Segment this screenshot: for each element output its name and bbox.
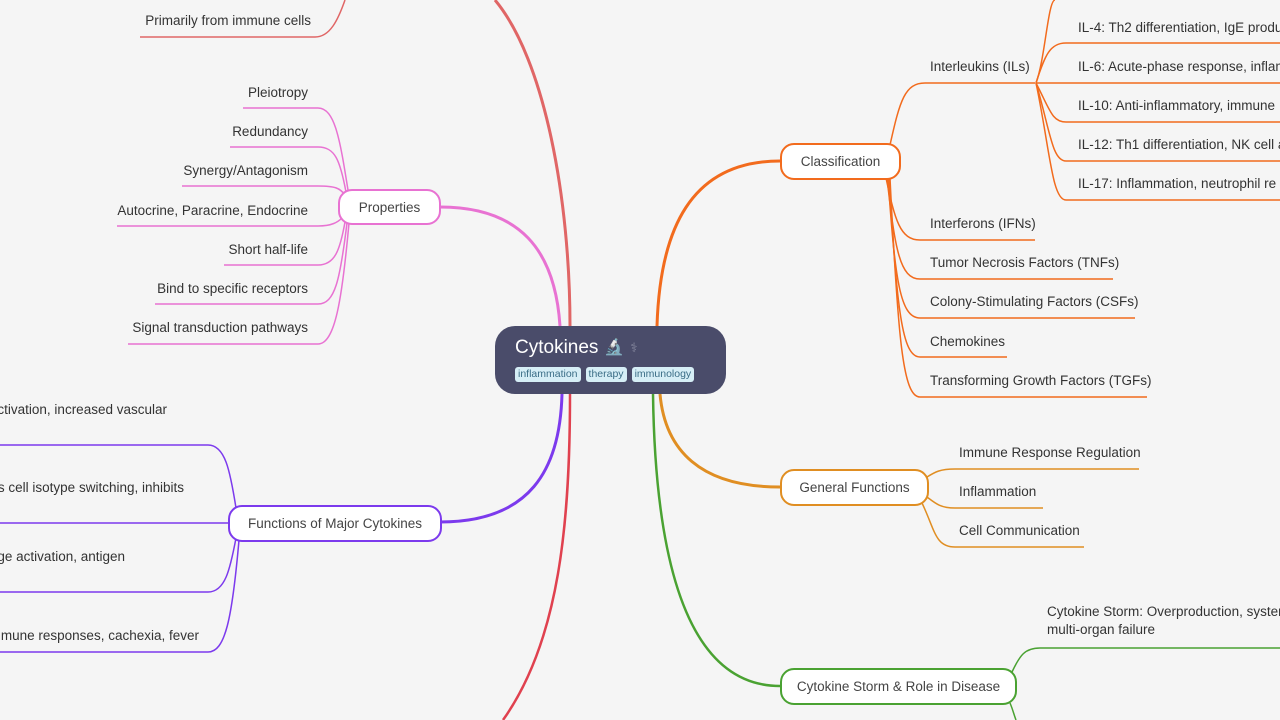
leaf-interleukin[interactable]: IL-6: Acute-phase response, inflam	[1078, 58, 1280, 76]
leaf-source[interactable]: Primarily from immune cells	[145, 12, 311, 30]
leaf-general-function[interactable]: Immune Response Regulation	[959, 444, 1141, 462]
branch-properties[interactable]: Properties	[338, 189, 441, 225]
leaf-interleukin[interactable]: IL-10: Anti-inflammatory, immune	[1078, 97, 1275, 115]
tag-therapy[interactable]: therapy	[585, 367, 627, 382]
edge-class-5	[889, 177, 1147, 398]
leaf-function[interactable]: nmune responses, cachexia, fever	[0, 627, 199, 645]
branch-functions-major[interactable]: Functions of Major Cytokines	[228, 505, 442, 542]
edge-root-classification	[655, 159, 781, 327]
edge-root-general	[658, 393, 781, 489]
edge-storm-1	[1011, 647, 1280, 673]
edge-class-interleukins	[889, 82, 1035, 146]
leaf-cytokine-storm-line2: multi-organ failure	[1047, 622, 1156, 637]
leaf-property[interactable]: Short half-life	[228, 241, 308, 259]
medical-staff-icon: ⚕	[630, 340, 638, 355]
leaf-interleukin[interactable]: IL-17: Inflammation, neutrophil re	[1078, 175, 1276, 193]
edge-prop-3	[182, 185, 346, 196]
tag-immunology[interactable]: immunology	[631, 367, 695, 382]
node-interleukins[interactable]: Interleukins (ILs)	[930, 58, 1030, 76]
leaf-function[interactable]: ctivation, increased vascular	[0, 401, 167, 419]
leaf-function[interactable]: s cell isotype switching, inhibits	[0, 479, 184, 497]
leaf-classification[interactable]: Interferons (IFNs)	[930, 215, 1036, 233]
microscope-icon: 🔬	[604, 339, 625, 356]
edge-il-top	[1035, 0, 1056, 84]
leaf-function[interactable]: ge activation, antigen	[0, 548, 125, 566]
edge-gen-1	[926, 468, 1139, 478]
edge-root-bottom	[501, 393, 572, 720]
edge-storm-2	[1009, 702, 1017, 720]
tag-inflammation[interactable]: inflammation	[515, 367, 581, 382]
root-title: Cytokines	[515, 337, 599, 358]
leaf-classification[interactable]: Transforming Growth Factors (TGFs)	[930, 372, 1152, 390]
leaf-general-function[interactable]: Cell Communication	[959, 522, 1080, 540]
leaf-cytokine-storm-line1: Cytokine Storm: Overproduction, syster	[1047, 604, 1280, 619]
branch-cytokine-storm[interactable]: Cytokine Storm & Role in Disease	[780, 668, 1017, 705]
leaf-cytokine-storm[interactable]: Cytokine Storm: Overproduction, syster m…	[1047, 603, 1280, 639]
leaf-property[interactable]: Bind to specific receptors	[157, 280, 308, 298]
edge-func-1	[0, 444, 237, 509]
edge-root-properties	[439, 205, 562, 327]
leaf-property[interactable]: Signal transduction pathways	[132, 319, 308, 337]
leaf-property[interactable]: Synergy/Antagonism	[183, 162, 308, 180]
leaf-classification[interactable]: Chemokines	[930, 333, 1005, 351]
branch-classification[interactable]: Classification	[780, 143, 901, 180]
branch-general-functions[interactable]: General Functions	[780, 469, 929, 506]
leaf-classification[interactable]: Tumor Necrosis Factors (TNFs)	[930, 254, 1119, 272]
leaf-interleukin[interactable]: IL-12: Th1 differentiation, NK cell a	[1078, 136, 1280, 154]
edge-root-functions	[439, 393, 564, 524]
root-tags: inflammation therapy immunology	[515, 367, 706, 382]
leaf-property[interactable]: Pleiotropy	[248, 84, 308, 102]
leaf-property[interactable]: Autocrine, Paracrine, Endocrine	[117, 202, 308, 220]
edge-root-source	[493, 0, 572, 327]
leaf-general-function[interactable]: Inflammation	[959, 483, 1036, 501]
leaf-property[interactable]: Redundancy	[232, 123, 308, 141]
root-node[interactable]: Cytokines 🔬 ⚕ inflammation therapy immun…	[495, 326, 726, 394]
leaf-classification[interactable]: Colony-Stimulating Factors (CSFs)	[930, 293, 1139, 311]
leaf-interleukin[interactable]: IL-4: Th2 differentiation, IgE produ	[1078, 19, 1280, 37]
